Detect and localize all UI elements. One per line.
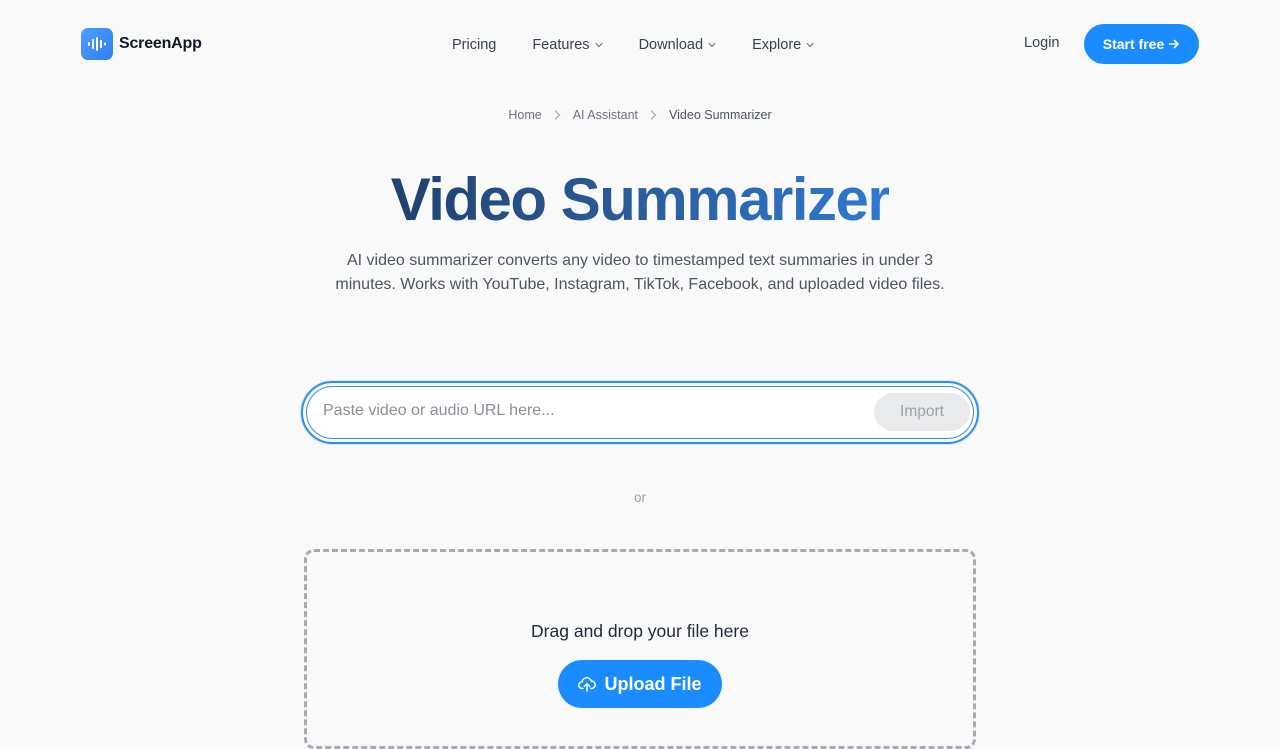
nav-item-label: Explore xyxy=(752,37,802,53)
file-dropzone[interactable]: Drag and drop your file here Upload File xyxy=(304,549,976,749)
chevron-down-icon xyxy=(595,42,603,48)
breadcrumb-current: Video Summarizer xyxy=(669,108,772,122)
brand-name: ScreenApp xyxy=(119,35,202,52)
nav-item-label: Download xyxy=(638,37,704,53)
breadcrumb: Home AI Assistant Video Summarizer xyxy=(0,108,1280,122)
nav-item-label: Features xyxy=(532,37,590,53)
start-free-button[interactable]: Start free xyxy=(1084,24,1199,64)
url-import-box: Import xyxy=(301,381,979,444)
nav-item-label: Pricing xyxy=(452,37,497,53)
top-navigation: ScreenApp Pricing Features Download Expl… xyxy=(0,0,1280,90)
start-free-label: Start free xyxy=(1102,36,1165,52)
nav-links: Pricing Features Download Explore xyxy=(452,35,814,55)
url-input[interactable] xyxy=(321,397,861,425)
upload-file-label: Upload File xyxy=(604,673,702,694)
chevron-right-icon xyxy=(650,110,657,120)
nav-item-pricing[interactable]: Pricing xyxy=(452,35,496,55)
or-divider: or xyxy=(633,490,646,505)
page-title: Video Summarizer xyxy=(0,160,1280,240)
cloud-upload-icon xyxy=(578,676,597,692)
soundwave-icon xyxy=(81,28,113,60)
chevron-right-icon xyxy=(554,110,560,120)
page-title-text: Video Summarizer xyxy=(390,166,891,233)
logo[interactable]: ScreenApp xyxy=(81,28,202,60)
chevron-down-icon xyxy=(806,42,814,48)
login-link[interactable]: Login xyxy=(1024,35,1059,51)
import-button[interactable]: Import xyxy=(874,393,970,431)
nav-item-explore[interactable]: Explore xyxy=(752,35,814,55)
upload-file-button[interactable]: Upload File xyxy=(558,660,722,708)
nav-item-download[interactable]: Download xyxy=(639,35,717,55)
breadcrumb-ai-assistant[interactable]: AI Assistant xyxy=(573,108,638,122)
breadcrumb-home[interactable]: Home xyxy=(508,108,541,122)
dropzone-prompt: Drag and drop your file here xyxy=(531,621,749,641)
nav-item-features[interactable]: Features xyxy=(532,35,603,55)
arrow-right-icon xyxy=(1168,39,1180,49)
chevron-down-icon xyxy=(708,42,716,48)
page-subtitle: AI video summarizer converts any video t… xyxy=(335,252,945,293)
